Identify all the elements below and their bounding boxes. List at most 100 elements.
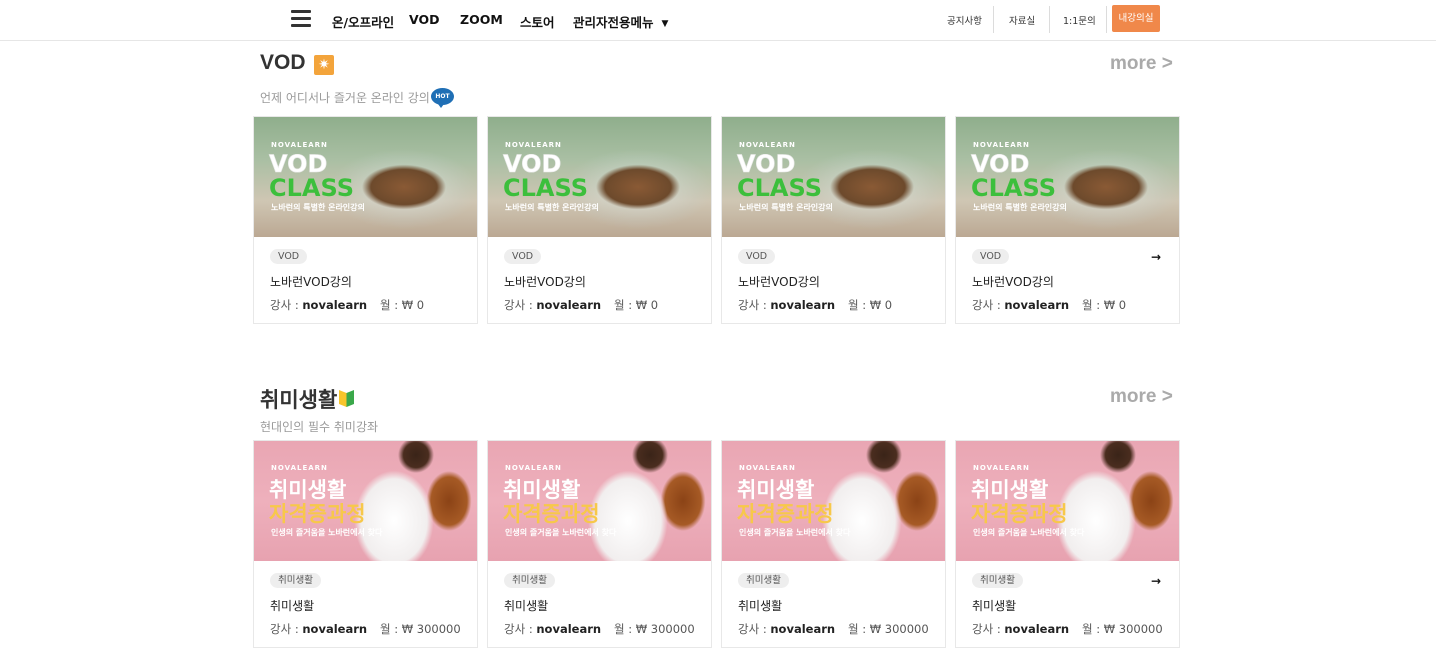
arrow-right-icon[interactable]: → bbox=[1151, 250, 1161, 264]
section-title-vod: VOD bbox=[260, 51, 306, 74]
thumb-line2: 자격증과정 bbox=[269, 502, 366, 526]
nav-admin-menu[interactable]: 관리자전용메뉴 ▼ bbox=[573, 12, 668, 31]
course-title: 노바런VOD강의 bbox=[270, 275, 352, 289]
card-body: 취미생활 → 취미생활 강사 : novalearn 월 : ₩ 300000 bbox=[956, 561, 1179, 647]
course-title: 취미생활 bbox=[504, 599, 549, 613]
course-card[interactable]: NOVALEARN 취미생활 자격증과정 인생의 즐거움을 노바런에서 찾다 취… bbox=[253, 440, 478, 648]
course-card[interactable]: NOVALEARN VOD CLASS 노바런의 특별한 온라인강의 VOD 노… bbox=[253, 116, 478, 324]
star-badge-icon: ✷ bbox=[314, 55, 334, 75]
category-pill: VOD bbox=[972, 249, 1010, 264]
instructor: 강사 : novalearn bbox=[504, 621, 601, 637]
instructor-name: novalearn bbox=[302, 298, 368, 312]
course-price: 월 : ₩ 300000 bbox=[848, 622, 929, 636]
divider bbox=[1106, 6, 1107, 33]
course-price: 월 : ₩ 0 bbox=[848, 298, 893, 312]
course-card[interactable]: NOVALEARN 취미생활 자격증과정 인생의 즐거움을 노바런에서 찾다 취… bbox=[487, 440, 712, 648]
thumb-line2: CLASS bbox=[971, 174, 1056, 202]
instructor: 강사 : novalearn bbox=[270, 297, 367, 313]
more-link-vod[interactable]: more > bbox=[1110, 53, 1173, 75]
course-card[interactable]: NOVALEARN VOD CLASS 노바런의 특별한 온라인강의 VOD →… bbox=[955, 116, 1180, 324]
card-body: 취미생활 취미생활 강사 : novalearn 월 : ₩ 300000 bbox=[722, 561, 945, 647]
divider bbox=[1049, 6, 1050, 33]
category-pill: VOD bbox=[504, 249, 542, 264]
course-card[interactable]: NOVALEARN VOD CLASS 노바런의 특별한 온라인강의 VOD 노… bbox=[487, 116, 712, 324]
course-price: 월 : ₩ 300000 bbox=[380, 622, 461, 636]
thumb-line2: CLASS bbox=[269, 174, 354, 202]
instructor-label: 강사 : bbox=[270, 622, 303, 636]
instructor: 강사 : novalearn bbox=[270, 621, 367, 637]
course-card[interactable]: NOVALEARN 취미생활 자격증과정 인생의 즐거움을 노바런에서 찾다 취… bbox=[955, 440, 1180, 648]
thumb-tagline: 인생의 즐거움을 노바런에서 찾다 bbox=[505, 528, 617, 537]
instructor-name: novalearn bbox=[770, 298, 836, 312]
util-archive[interactable]: 자료실 bbox=[1009, 13, 1035, 27]
card-body: VOD → 노바런VOD강의 강사 : novalearn 월 : ₩ 0 bbox=[956, 237, 1179, 323]
instructor-name: novalearn bbox=[302, 622, 368, 636]
top-header: 온/오프라인 VOD ZOOM 스토어 관리자전용메뉴 ▼ 공지사항 자료실 1:… bbox=[0, 0, 1436, 41]
card-body: VOD 노바런VOD강의 강사 : novalearn 월 : ₩ 0 bbox=[488, 237, 711, 323]
instructor-label: 강사 : bbox=[738, 298, 771, 312]
my-classroom-button[interactable]: 내강의실 bbox=[1112, 5, 1160, 32]
thumb-brand: NOVALEARN bbox=[739, 141, 796, 149]
instructor-name: novalearn bbox=[1004, 298, 1070, 312]
section-subtitle-hobby: 현대인의 필수 취미강좌 bbox=[260, 420, 379, 434]
instructor-label: 강사 : bbox=[972, 622, 1005, 636]
instructor-label: 강사 : bbox=[270, 298, 303, 312]
category-pill: 취미생활 bbox=[972, 573, 1023, 588]
more-link-hobby[interactable]: more > bbox=[1110, 386, 1173, 408]
thumb-tagline: 노바런의 특별한 온라인강의 bbox=[271, 203, 365, 212]
category-pill: 취미생활 bbox=[738, 573, 789, 588]
course-title: 취미생활 bbox=[972, 599, 1017, 613]
thumb-tagline: 인생의 즐거움을 노바런에서 찾다 bbox=[973, 528, 1085, 537]
thumb-brand: NOVALEARN bbox=[271, 464, 328, 472]
nav-store[interactable]: 스토어 bbox=[520, 12, 555, 31]
course-card[interactable]: NOVALEARN VOD CLASS 노바런의 특별한 온라인강의 VOD 노… bbox=[721, 116, 946, 324]
category-pill: VOD bbox=[738, 249, 776, 264]
thumb-brand: NOVALEARN bbox=[973, 464, 1030, 472]
thumb-tagline: 인생의 즐거움을 노바런에서 찾다 bbox=[739, 528, 851, 537]
thumb-line2: CLASS bbox=[503, 174, 588, 202]
thumb-line2: 자격증과정 bbox=[971, 502, 1068, 526]
caret-down-icon: ▼ bbox=[661, 19, 669, 29]
thumb-brand: NOVALEARN bbox=[505, 464, 562, 472]
card-body: VOD 노바런VOD강의 강사 : novalearn 월 : ₩ 0 bbox=[722, 237, 945, 323]
course-thumbnail: NOVALEARN 취미생활 자격증과정 인생의 즐거움을 노바런에서 찾다 bbox=[254, 441, 477, 561]
nav-zoom[interactable]: ZOOM bbox=[460, 12, 503, 27]
instructor-label: 강사 : bbox=[504, 622, 537, 636]
hamburger-menu-icon[interactable] bbox=[291, 10, 311, 27]
thumb-tagline: 노바런의 특별한 온라인강의 bbox=[739, 203, 833, 212]
card-body: VOD 노바런VOD강의 강사 : novalearn 월 : ₩ 0 bbox=[254, 237, 477, 323]
instructor-label: 강사 : bbox=[972, 298, 1005, 312]
nav-online-offline[interactable]: 온/오프라인 bbox=[332, 12, 394, 31]
util-inquiry[interactable]: 1:1문의 bbox=[1063, 13, 1096, 27]
util-notice[interactable]: 공지사항 bbox=[947, 13, 982, 27]
thumb-tagline: 노바런의 특별한 온라인강의 bbox=[505, 203, 599, 212]
thumb-brand: NOVALEARN bbox=[739, 464, 796, 472]
course-thumbnail: NOVALEARN VOD CLASS 노바런의 특별한 온라인강의 bbox=[488, 117, 711, 237]
thumb-brand: NOVALEARN bbox=[271, 141, 328, 149]
course-thumbnail: NOVALEARN VOD CLASS 노바런의 특별한 온라인강의 bbox=[254, 117, 477, 237]
instructor-name: novalearn bbox=[536, 622, 602, 636]
instructor: 강사 : novalearn bbox=[504, 297, 601, 313]
thumb-line2: CLASS bbox=[737, 174, 822, 202]
course-thumbnail: NOVALEARN 취미생활 자격증과정 인생의 즐거움을 노바런에서 찾다 bbox=[956, 441, 1179, 561]
course-thumbnail: NOVALEARN 취미생활 자격증과정 인생의 즐거움을 노바런에서 찾다 bbox=[722, 441, 945, 561]
course-card[interactable]: NOVALEARN 취미생활 자격증과정 인생의 즐거움을 노바런에서 찾다 취… bbox=[721, 440, 946, 648]
nav-vod[interactable]: VOD bbox=[409, 12, 439, 27]
course-thumbnail: NOVALEARN VOD CLASS 노바런의 특별한 온라인강의 bbox=[722, 117, 945, 237]
course-thumbnail: NOVALEARN 취미생활 자격증과정 인생의 즐거움을 노바런에서 찾다 bbox=[488, 441, 711, 561]
course-title: 노바런VOD강의 bbox=[972, 275, 1054, 289]
course-price: 월 : ₩ 0 bbox=[380, 298, 425, 312]
section-title-hobby: 취미생활 bbox=[260, 389, 338, 412]
thumb-tagline: 노바런의 특별한 온라인강의 bbox=[973, 203, 1067, 212]
card-body: 취미생활 취미생활 강사 : novalearn 월 : ₩ 300000 bbox=[488, 561, 711, 647]
instructor-label: 강사 : bbox=[504, 298, 537, 312]
instructor: 강사 : novalearn bbox=[738, 621, 835, 637]
divider bbox=[993, 6, 994, 33]
course-price: 월 : ₩ 0 bbox=[614, 298, 659, 312]
thumb-line2: 자격증과정 bbox=[503, 502, 600, 526]
course-title: 노바런VOD강의 bbox=[504, 275, 586, 289]
hot-badge: HOT bbox=[431, 88, 454, 108]
arrow-right-icon[interactable]: → bbox=[1151, 574, 1161, 588]
instructor-name: novalearn bbox=[536, 298, 602, 312]
thumb-line2: 자격증과정 bbox=[737, 502, 834, 526]
